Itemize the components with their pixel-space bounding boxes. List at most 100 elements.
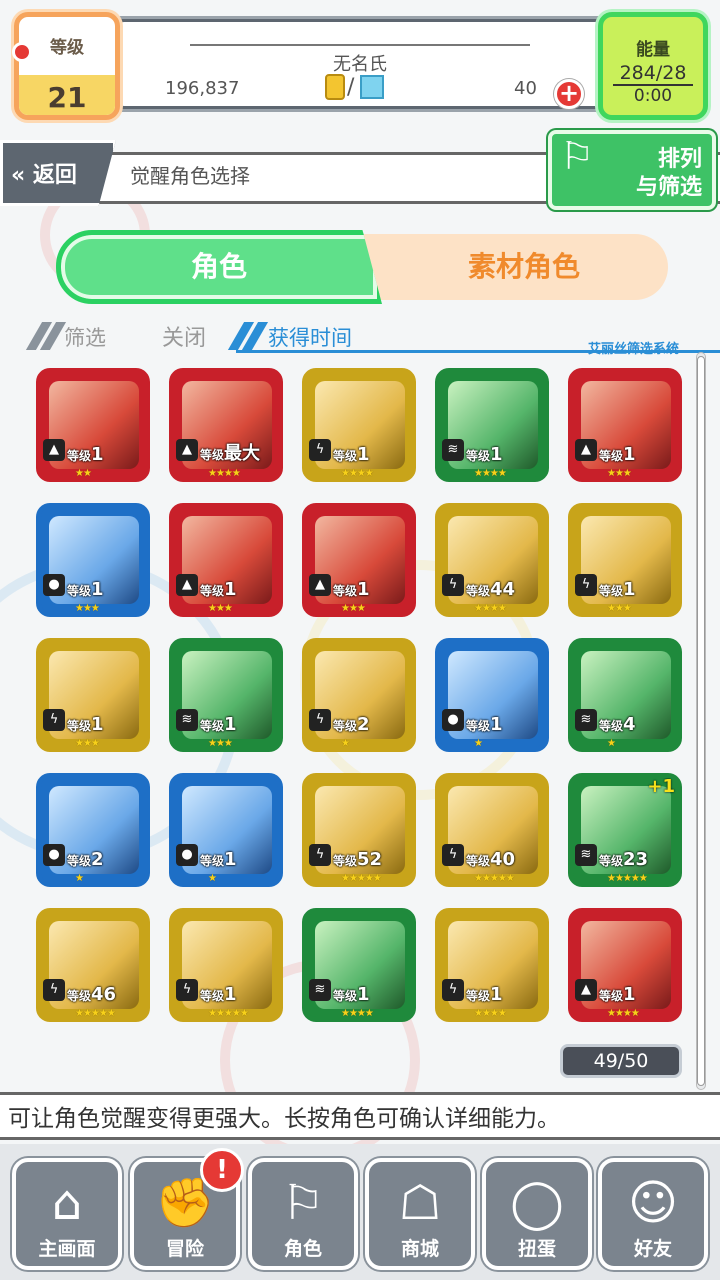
- character-card[interactable]: ≋ 等级1 ★★★★: [435, 368, 549, 482]
- plus-badge: +1: [647, 776, 675, 797]
- level-number: 52: [357, 849, 383, 870]
- nav-home[interactable]: ⌂ 主画面: [12, 1158, 122, 1270]
- adventure-badge: !: [200, 1148, 244, 1192]
- character-card[interactable]: ϟ 等级1 ★★★: [568, 503, 682, 617]
- water-element-icon: ●: [43, 844, 65, 866]
- character-card[interactable]: ● 等级1 ★: [169, 773, 283, 887]
- fire-element-icon: ▲: [575, 439, 597, 461]
- nav-friends[interactable]: ☺ 好友: [598, 1158, 708, 1270]
- filter-system-name: 艾丽丝筛选系统: [588, 342, 680, 357]
- coin-count: 196,837: [165, 78, 240, 99]
- character-level: 等级40: [466, 849, 515, 870]
- character-card[interactable]: ϟ 等级1 ★★★★: [302, 368, 416, 482]
- level-prefix: 等级: [333, 719, 358, 733]
- character-card[interactable]: ≋ 等级1 ★★★★: [302, 908, 416, 1022]
- level-box[interactable]: 等级 21: [14, 12, 120, 120]
- character-card[interactable]: ϟ 等级1 ★★★★★: [169, 908, 283, 1022]
- bolt-element-icon: ϟ: [575, 574, 597, 596]
- character-card[interactable]: ≋ 等级4 ★: [568, 638, 682, 752]
- character-level: 等级4: [599, 714, 636, 735]
- level-prefix: 等级: [333, 584, 358, 598]
- rarity-stars: ★: [208, 873, 217, 884]
- character-level: 等级1: [466, 714, 503, 735]
- rarity-stars: ★★★★★: [607, 873, 648, 884]
- level-number: 最大: [224, 443, 261, 464]
- character-card[interactable]: ▲ 等级1 ★★★: [302, 503, 416, 617]
- character-card[interactable]: ϟ 等级40 ★★★★★: [435, 773, 549, 887]
- character-card[interactable]: ● 等级1 ★★★: [36, 503, 150, 617]
- nav-shop[interactable]: ☖ 商城: [365, 1158, 475, 1270]
- nav-label: 主画面: [38, 1238, 96, 1260]
- character-card[interactable]: ● 等级2 ★: [36, 773, 150, 887]
- character-card[interactable]: ● 等级1 ★: [435, 638, 549, 752]
- nav-gacha[interactable]: ◯ 扭蛋: [482, 1158, 592, 1270]
- back-label: 返回: [32, 163, 77, 188]
- bolt-element-icon: ϟ: [442, 574, 464, 596]
- character-level: 等级1: [466, 444, 503, 465]
- rarity-stars: ★★★: [208, 603, 233, 614]
- character-level: 等级最大: [200, 439, 260, 465]
- filter-label[interactable]: 筛选: [64, 322, 106, 352]
- level-number: 40: [490, 849, 516, 870]
- character-level: 等级52: [333, 849, 382, 870]
- bolt-element-icon: ϟ: [309, 439, 331, 461]
- wind-element-icon: ≋: [575, 709, 597, 731]
- character-card[interactable]: ▲ 等级1 ★★★★: [568, 908, 682, 1022]
- energy-timer: 0:00: [613, 84, 693, 106]
- egg-icon: ◯: [510, 1175, 564, 1231]
- rarity-stars: ★: [75, 873, 84, 884]
- character-card[interactable]: ≋ 等级23 ★★★★★ +1: [568, 773, 682, 887]
- rarity-stars: ★★★★: [607, 1008, 640, 1019]
- rarity-stars: ★★★: [208, 738, 233, 749]
- tab-material-characters[interactable]: 素材角色: [380, 234, 668, 300]
- nav-characters[interactable]: ⚐ 角色: [248, 1158, 358, 1270]
- level-number: 1: [490, 714, 503, 735]
- filter-state[interactable]: 关闭: [162, 320, 206, 352]
- level-number: 1: [357, 984, 370, 1005]
- scrollbar-thumb[interactable]: [697, 356, 705, 1086]
- level-prefix: 等级: [466, 989, 491, 1003]
- level-number: 1: [224, 714, 237, 735]
- character-level: 等级2: [333, 714, 370, 735]
- character-card[interactable]: ϟ 等级52 ★★★★★: [302, 773, 416, 887]
- level-prefix: 等级: [200, 854, 225, 868]
- nav-label: 角色: [283, 1238, 322, 1260]
- character-card[interactable]: ▲ 等级1 ★★: [36, 368, 150, 482]
- coin-icon: [325, 74, 345, 100]
- level-prefix: 等级: [67, 989, 92, 1003]
- level-number: 1: [490, 984, 503, 1005]
- back-button[interactable]: « 返回: [0, 140, 116, 206]
- gem-count: 40: [514, 78, 537, 99]
- buy-gems-button[interactable]: +: [554, 79, 584, 109]
- character-card[interactable]: ▲ 等级1 ★★★: [568, 368, 682, 482]
- rarity-stars: ★★★★: [341, 1008, 374, 1019]
- nav-label: 扭蛋: [517, 1238, 556, 1260]
- level-number: 44: [490, 579, 516, 600]
- level-number: 1: [623, 579, 636, 600]
- character-level: 等级1: [200, 849, 237, 870]
- level-prefix: 等级: [599, 854, 624, 868]
- character-card[interactable]: ϟ 等级2 ★: [302, 638, 416, 752]
- fire-element-icon: ▲: [43, 439, 65, 461]
- level-prefix: 等级: [67, 854, 92, 868]
- level-label: 等级: [50, 38, 84, 58]
- level-number: 1: [490, 444, 503, 465]
- level-prefix: 等级: [333, 449, 358, 463]
- level-prefix: 等级: [200, 989, 225, 1003]
- nav-label: 商城: [400, 1238, 439, 1260]
- sort-order[interactable]: 获得时间: [268, 322, 352, 352]
- tab-characters[interactable]: 角色: [56, 230, 382, 304]
- character-card[interactable]: ▲ 等级最大 ★★★★: [169, 368, 283, 482]
- character-card[interactable]: ϟ 等级1 ★★★: [36, 638, 150, 752]
- character-card[interactable]: ϟ 等级46 ★★★★★: [36, 908, 150, 1022]
- player-name: 无名氏: [190, 44, 530, 76]
- character-card[interactable]: ▲ 等级1 ★★★: [169, 503, 283, 617]
- energy-box[interactable]: 能量 284/28 0:00: [598, 12, 708, 120]
- character-card[interactable]: ϟ 等级1 ★★★★: [435, 908, 549, 1022]
- character-card[interactable]: ≋ 等级1 ★★★: [169, 638, 283, 752]
- level-number: 1: [91, 714, 104, 735]
- level-number: 1: [357, 579, 370, 600]
- sort-filter-button[interactable]: ⚐ 排列 与筛选: [548, 130, 716, 210]
- level-prefix: 等级: [67, 719, 92, 733]
- character-card[interactable]: ϟ 等级44 ★★★★: [435, 503, 549, 617]
